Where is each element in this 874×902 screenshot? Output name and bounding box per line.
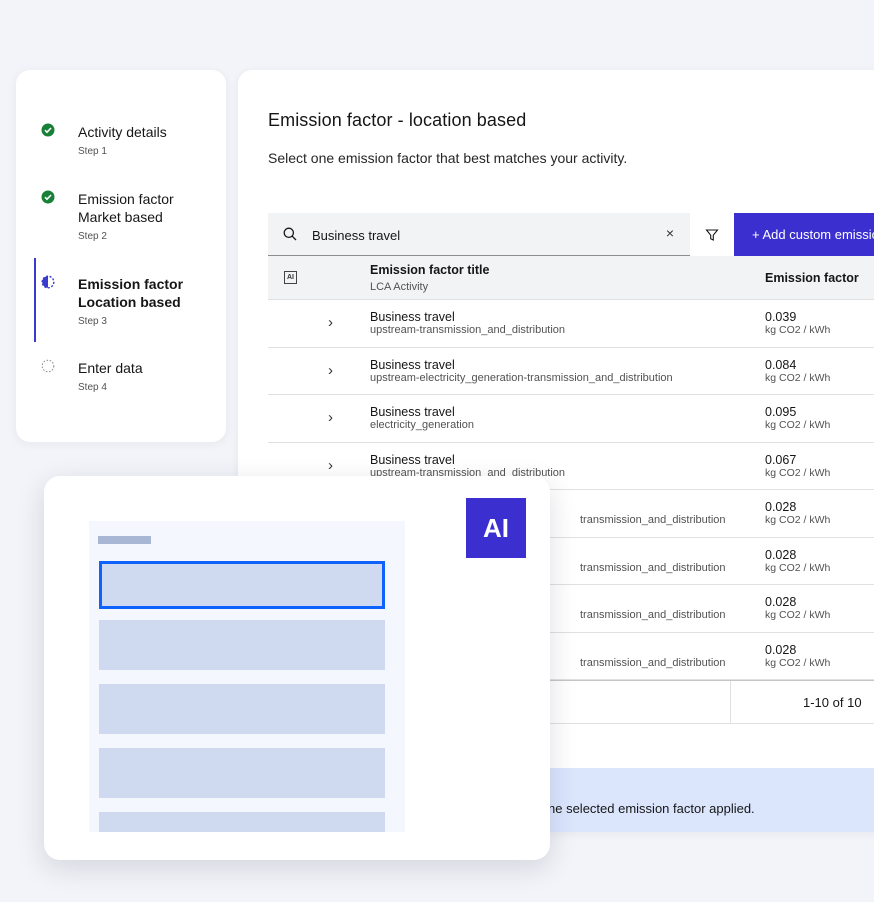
selected-block [99,561,385,609]
row-title: Business travel [370,357,455,372]
row-factor-value: 0.039 [765,310,797,324]
row-factor-value: 0.028 [765,595,797,609]
table-row[interactable]: › Business travel electricity_generation… [268,395,874,443]
row-title: Business travel [370,405,455,419]
in-progress-icon [41,275,55,289]
column-header-title[interactable]: Emission factor title [370,263,489,277]
chevron-right-icon[interactable]: › [328,314,333,331]
step-title: Emission factor Market based [78,191,174,225]
row-factor-unit: kg CO2 / kWh [765,371,831,384]
row-activity: transmission_and_distribution [580,561,726,574]
row-factor-value: 0.067 [765,452,797,467]
column-header-subtitle: LCA Activity [370,281,429,293]
table-row[interactable]: › Business travel upstream-electricity_g… [268,348,874,395]
page-description: Select one emission factor that best mat… [268,150,628,166]
checkmark-filled-icon [41,190,55,204]
incomplete-circle-icon [41,359,55,373]
table-row[interactable]: › Business travel upstream-transmission_… [268,300,874,348]
step-number: Step 3 [78,316,107,327]
ai-badge-icon: AI [466,498,526,558]
ai-label-icon: AI [284,271,297,284]
step-title: Enter data [78,360,143,376]
row-activity: upstream-electricity_generation-transmis… [370,371,673,384]
chevron-right-icon[interactable]: › [328,362,333,379]
table-toolbar: Business travel × + Add custom emission … [268,213,874,256]
row-title: Business travel [370,310,455,324]
current-step-indicator [34,258,36,342]
step-title: Emission factor Location based [78,276,184,310]
column-header-emission-factor[interactable]: Emission factor [765,271,859,285]
row-factor-unit: kg CO2 / kWh [765,324,831,336]
row-factor-unit: kg CO2 / kWh [765,609,831,621]
ai-illustration-card: AI [44,476,550,860]
clear-search-icon[interactable]: × [666,225,674,241]
chevron-right-icon[interactable]: › [328,457,333,474]
progress-stepper: Activity details Step 1 Emission factor … [16,70,226,442]
step-title: Activity details [78,124,167,140]
checkmark-filled-icon [41,123,55,137]
row-activity: transmission_and_distribution [580,514,726,526]
row-activity: transmission_and_distribution [580,609,726,621]
step-number: Step 4 [78,382,107,393]
search-icon [283,227,297,241]
row-factor-unit: kg CO2 / kWh [765,419,831,431]
search-input[interactable]: Business travel × [268,213,690,256]
step-number: Step 1 [78,146,107,157]
pagination-divider [730,681,731,724]
notification-text: he selected emission factor applied. [548,801,755,816]
search-value[interactable]: Business travel [312,228,400,243]
filter-button[interactable] [690,213,734,256]
row-title: Business travel [370,452,455,467]
content-block [99,620,385,670]
row-activity: electricity_generation [370,419,474,431]
row-factor-value: 0.028 [765,642,797,657]
add-custom-emission-factor-button[interactable]: + Add custom emission factor [734,213,874,256]
row-factor-unit: kg CO2 / kWh [765,656,831,669]
row-factor-value: 0.084 [765,357,797,372]
row-factor-value: 0.028 [765,500,797,514]
row-factor-value: 0.028 [765,547,797,562]
row-factor-unit: kg CO2 / kWh [765,561,831,574]
table-header: AI Emission factor title LCA Activity Em… [268,256,874,300]
row-factor-unit: kg CO2 / kWh [765,466,831,479]
document-header-bar [98,536,151,544]
row-factor-unit: kg CO2 / kWh [765,514,831,526]
row-activity: upstream-transmission_and_distribution [370,324,566,336]
chevron-right-icon[interactable]: › [328,409,333,426]
row-activity: transmission_and_distribution [580,656,726,669]
content-block [99,748,385,798]
document-preview [89,521,405,832]
filter-icon [705,229,719,241]
content-block [99,684,385,734]
page-title: Emission factor - location based [268,110,527,130]
step-number: Step 2 [78,231,107,242]
content-block [99,812,385,832]
row-factor-value: 0.095 [765,405,797,419]
pagination-count: 1-10 of 10 [803,695,862,710]
